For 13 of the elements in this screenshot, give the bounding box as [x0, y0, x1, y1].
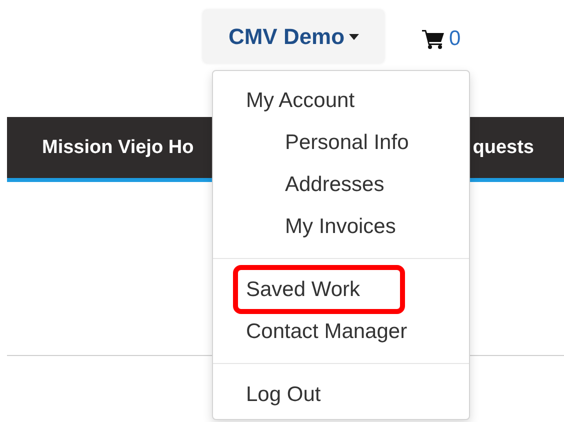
menu-item[interactable]: Contact Manager [213, 311, 469, 353]
caret-icon [348, 34, 359, 40]
nav-link[interactable]: Mission Viejo Ho [42, 136, 194, 158]
menu-item[interactable]: My Invoices [213, 206, 469, 248]
nav-link[interactable]: quests [472, 136, 534, 158]
menu-item[interactable]: Addresses [213, 164, 469, 206]
menu-item[interactable]: Saved Work [213, 269, 469, 311]
account-dropdown-button[interactable]: CMV Demo [203, 10, 384, 63]
menu-item[interactable]: Log Out [213, 374, 469, 416]
cart-link[interactable]: 0 [422, 27, 461, 51]
cart-icon [422, 29, 445, 49]
menu-item[interactable]: Personal Info [213, 122, 469, 164]
menu-item[interactable]: My Account [213, 80, 469, 122]
